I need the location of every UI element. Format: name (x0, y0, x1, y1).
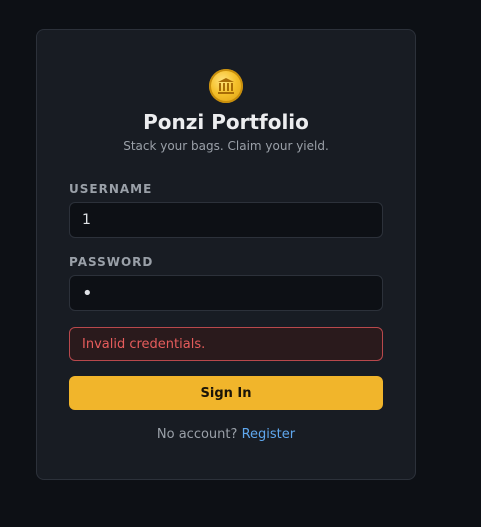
sign-in-label: Sign In (200, 385, 252, 401)
password-input[interactable]: • (69, 275, 383, 311)
sign-in-button[interactable]: Sign In (69, 376, 383, 410)
login-card: Ponzi Portfolio Stack your bags. Claim y… (36, 29, 416, 480)
password-value: • (82, 282, 93, 304)
app-subtitle: Stack your bags. Claim your yield. (123, 139, 329, 153)
register-prompt-text: No account? (156, 427, 238, 442)
bank-coin-icon (209, 69, 243, 103)
error-message: Invalid credentials. (69, 327, 383, 361)
register-link[interactable]: Register (242, 427, 296, 442)
username-value: 1 (82, 212, 91, 228)
username-label: USERNAME (69, 182, 153, 196)
app-title: Ponzi Portfolio (143, 110, 309, 134)
password-label: PASSWORD (69, 255, 154, 269)
error-text: Invalid credentials. (82, 336, 206, 352)
register-prompt: No account? Register (37, 427, 415, 442)
username-input[interactable]: 1 (69, 202, 383, 238)
